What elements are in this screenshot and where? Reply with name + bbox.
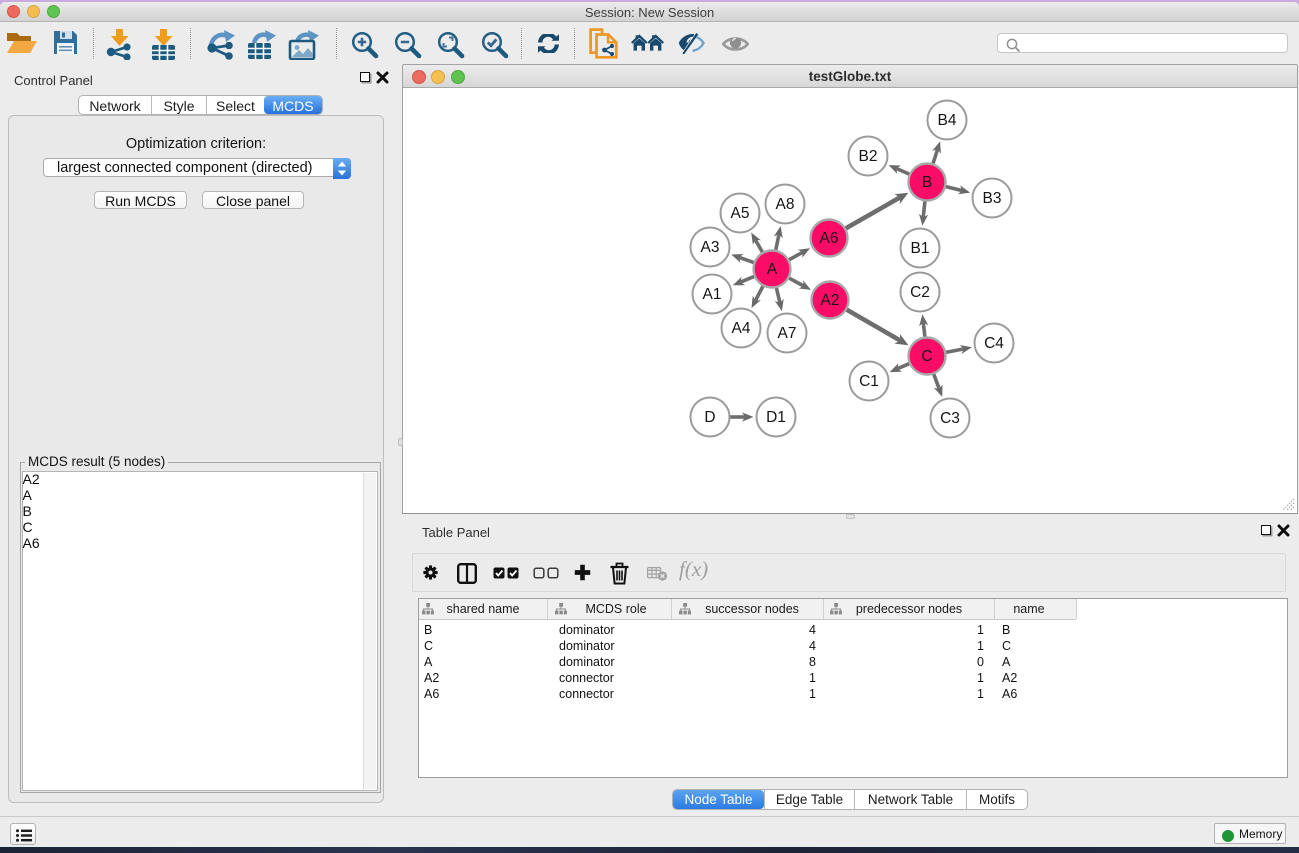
svg-text:D1: D1 [766, 409, 786, 426]
svg-text:D: D [704, 409, 715, 426]
svg-text:C1: C1 [859, 373, 879, 390]
svg-text:C2: C2 [910, 284, 930, 301]
svg-text:A3: A3 [701, 239, 720, 256]
svg-text:C3: C3 [940, 410, 960, 427]
svg-text:A1: A1 [703, 286, 722, 303]
svg-text:B2: B2 [859, 148, 878, 165]
svg-text:B: B [922, 174, 932, 191]
svg-text:C: C [921, 348, 932, 365]
svg-text:C4: C4 [984, 335, 1004, 352]
svg-text:B3: B3 [983, 190, 1002, 207]
svg-text:A2: A2 [821, 292, 840, 309]
svg-text:A7: A7 [778, 325, 797, 342]
svg-text:A4: A4 [732, 320, 751, 337]
svg-text:A5: A5 [731, 205, 750, 222]
svg-text:A6: A6 [820, 230, 839, 247]
svg-text:A: A [767, 261, 778, 278]
svg-text:B1: B1 [911, 240, 930, 257]
svg-text:B4: B4 [938, 112, 957, 129]
svg-text:A8: A8 [776, 196, 795, 213]
